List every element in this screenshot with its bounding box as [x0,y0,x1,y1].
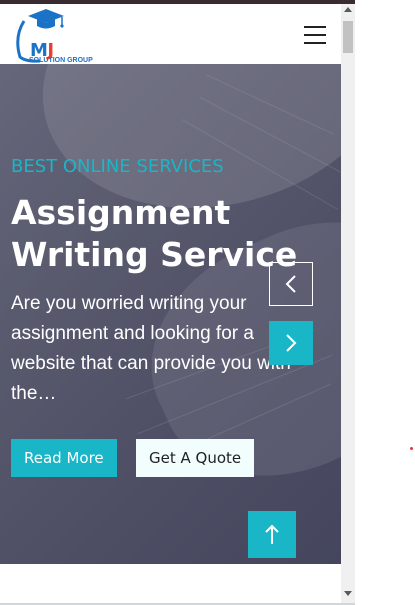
decorative-dot [410,447,413,450]
hamburger-menu-icon[interactable] [304,26,326,44]
site-logo[interactable]: MJ SOLUTION GROUP [10,7,115,64]
chevron-right-icon [286,334,297,352]
site-header: MJ SOLUTION GROUP [0,4,341,64]
menu-bar [304,42,326,44]
page-viewport: MJ SOLUTION GROUP BEST ONLINE SERVICES A… [0,4,341,605]
graduation-cap-icon [16,9,64,63]
menu-bar [304,34,326,36]
scroll-down-arrow-icon[interactable] [344,591,352,596]
hero-slider: BEST ONLINE SERVICES Assignment Writing … [0,64,341,564]
read-more-button[interactable]: Read More [11,439,117,477]
vertical-scrollbar[interactable] [341,4,355,605]
hero-tagline: BEST ONLINE SERVICES [11,156,224,177]
back-to-top-button[interactable] [248,511,296,558]
logo-subtitle: SOLUTION GROUP [29,57,93,64]
menu-bar [304,26,326,28]
arrow-up-icon [265,524,279,544]
scrollbar-thumb[interactable] [343,21,353,53]
slider-next-button[interactable] [269,321,313,365]
slider-prev-button[interactable] [269,262,313,306]
scroll-up-arrow-icon[interactable] [344,7,352,12]
get-quote-button[interactable]: Get A Quote [136,439,255,477]
chevron-left-icon [285,275,296,293]
